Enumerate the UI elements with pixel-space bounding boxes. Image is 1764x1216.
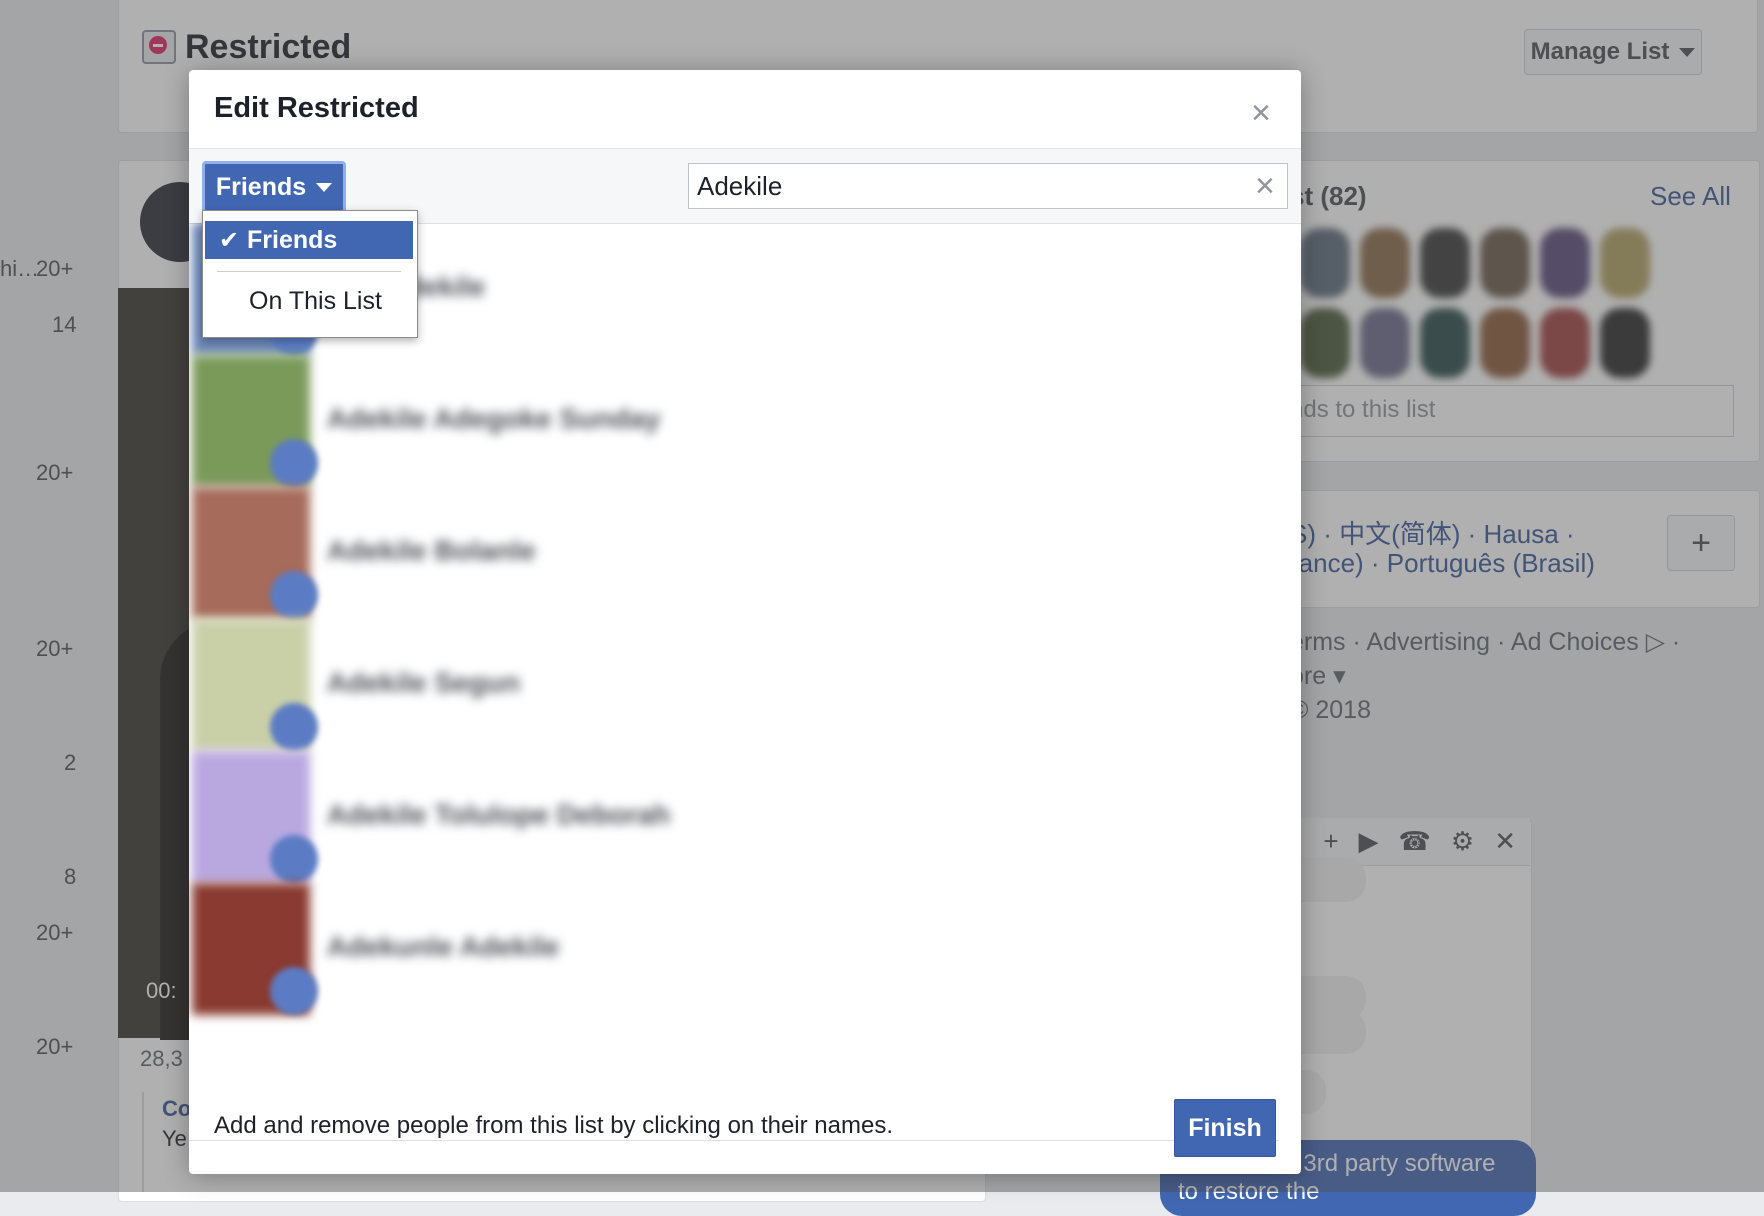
person-name: Adekile Tolulope Deborah [327, 799, 671, 830]
menu-item-label: Friends [247, 225, 338, 254]
selected-badge-icon [270, 439, 318, 487]
list-item[interactable]: Adekile Tolulope Deborah [192, 751, 1301, 883]
clear-search-icon[interactable]: × [1255, 163, 1275, 209]
list-item[interactable]: Adekile Bolanle [192, 487, 1301, 619]
person-name: Adekile Bolanle [327, 535, 536, 566]
list-item[interactable]: Adekile Segun [192, 619, 1301, 751]
list-item[interactable]: Adekunle Adekile [192, 883, 1301, 1015]
checkmark-icon: ✔ [219, 226, 240, 254]
person-name: Adekunle Adekile [327, 931, 560, 962]
list-item[interactable]: Adekile Adegoke Sunday [192, 355, 1301, 487]
dialog-instructions: Add and remove people from this list by … [214, 1112, 893, 1139]
menu-divider [217, 271, 401, 272]
filter-dropdown-button[interactable]: Friends [202, 161, 346, 213]
selected-badge-icon [270, 835, 318, 883]
search-input[interactable] [688, 163, 1288, 209]
filter-menu: ✔ Friends On This List [202, 210, 418, 338]
selected-badge-icon [270, 967, 318, 1015]
footer-divider [189, 1140, 1279, 1141]
people-list: Ayo Adekile Adekile Adegoke Sunday Adeki… [189, 223, 1301, 1040]
filter-dropdown-label: Friends [215, 172, 307, 201]
dialog-title: Edit Restricted [214, 92, 419, 124]
menu-item-friends[interactable]: ✔ Friends [205, 221, 413, 259]
caret-down-icon [316, 182, 333, 192]
finish-button[interactable]: Finish [1174, 1099, 1276, 1157]
close-icon[interactable]: × [1251, 96, 1271, 130]
menu-item-on-this-list[interactable]: On This List [249, 287, 382, 316]
selected-badge-icon [270, 703, 318, 751]
person-name: Adekile Segun [327, 667, 520, 698]
person-name: Adekile Adegoke Sunday [327, 403, 661, 434]
selected-badge-icon [270, 571, 318, 619]
